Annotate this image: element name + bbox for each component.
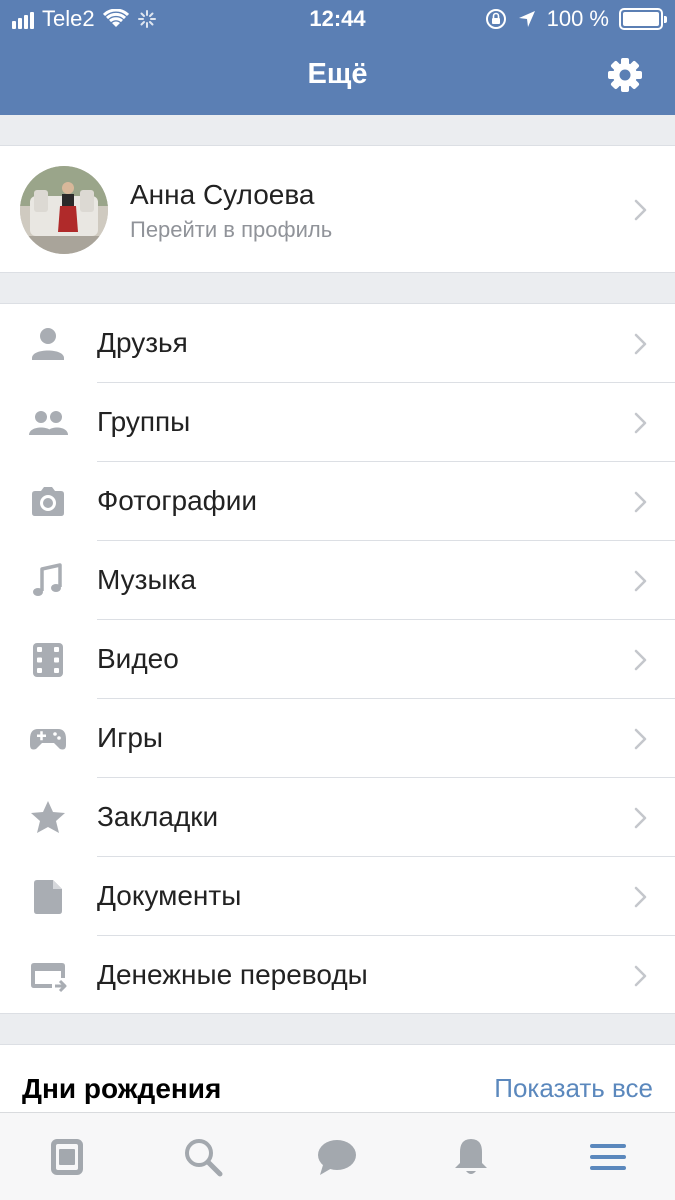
star-icon xyxy=(31,801,65,833)
menu-item-music[interactable]: Музыка xyxy=(0,541,675,620)
chevron-right-icon xyxy=(634,491,647,513)
chevron-right-icon xyxy=(634,728,647,750)
person-icon xyxy=(32,328,64,360)
menu-item-money-transfers[interactable]: Денежные переводы xyxy=(0,936,675,1015)
chevron-right-icon xyxy=(634,649,647,671)
menu-item-label: Видео xyxy=(97,643,179,674)
menu-item-video[interactable]: Видео xyxy=(0,620,675,699)
avatar-photo xyxy=(20,166,108,254)
menu-item-documents[interactable]: Документы xyxy=(0,857,675,936)
chevron-right-icon xyxy=(634,412,647,434)
menu-item-label: Группы xyxy=(97,406,191,437)
chevron-right-icon xyxy=(634,199,647,221)
menu-icon[interactable] xyxy=(586,1135,630,1179)
menu-item-label: Документы xyxy=(97,880,242,911)
status-right: 100 % xyxy=(485,6,667,32)
birthdays-section: Дни рождения Показать все xyxy=(0,1044,675,1114)
gamepad-icon xyxy=(30,729,66,750)
menu-list: Друзья Группы Фотографии Музыка Видео Иг… xyxy=(0,303,675,1014)
chevron-right-icon xyxy=(634,333,647,355)
menu-item-label: Закладки xyxy=(97,801,219,832)
news-icon[interactable] xyxy=(45,1135,89,1179)
gear-icon[interactable] xyxy=(605,55,645,95)
menu-item-label: Фотографии xyxy=(97,485,258,516)
chevron-right-icon xyxy=(634,886,647,908)
menu-item-groups[interactable]: Группы xyxy=(0,383,675,462)
page-title: Ещё xyxy=(307,58,368,90)
menu-item-games[interactable]: Игры xyxy=(0,699,675,778)
profile-row[interactable]: Анна Сулоева Перейти в профиль xyxy=(0,145,675,273)
camera-icon xyxy=(32,487,64,516)
profile-name: Анна Сулоева xyxy=(130,179,315,210)
menu-item-label: Игры xyxy=(97,722,164,753)
menu-item-bookmarks[interactable]: Закладки xyxy=(0,778,675,857)
film-icon xyxy=(33,643,63,677)
menu-item-friends[interactable]: Друзья xyxy=(0,304,675,383)
battery-icon xyxy=(619,8,667,30)
avatar xyxy=(20,166,108,254)
messages-icon[interactable] xyxy=(315,1135,359,1179)
chevron-right-icon xyxy=(634,965,647,987)
search-icon[interactable] xyxy=(181,1135,225,1179)
menu-item-label: Денежные переводы xyxy=(97,959,368,990)
card-transfer-icon xyxy=(31,963,67,993)
show-all-link[interactable]: Показать все xyxy=(494,1073,653,1104)
profile-subtitle: Перейти в профиль xyxy=(130,217,333,242)
menu-item-photos[interactable]: Фотографии xyxy=(0,462,675,541)
document-icon xyxy=(34,880,62,914)
tab-bar xyxy=(0,1112,675,1200)
birthdays-title: Дни рождения xyxy=(22,1073,222,1104)
people-icon xyxy=(29,411,68,435)
location-arrow-icon xyxy=(518,11,535,27)
menu-item-label: Друзья xyxy=(97,327,188,358)
music-note-icon xyxy=(33,563,62,596)
chevron-right-icon xyxy=(634,807,647,829)
menu-item-label: Музыка xyxy=(97,564,197,595)
chevron-right-icon xyxy=(634,570,647,592)
app-header: Tele2 12:44 100 % Ещё xyxy=(0,0,675,115)
rotation-lock-icon xyxy=(485,9,506,29)
battery-percent: 100 % xyxy=(546,6,609,31)
bell-icon[interactable] xyxy=(449,1135,493,1179)
status-bar: Tele2 12:44 100 % xyxy=(0,0,675,38)
